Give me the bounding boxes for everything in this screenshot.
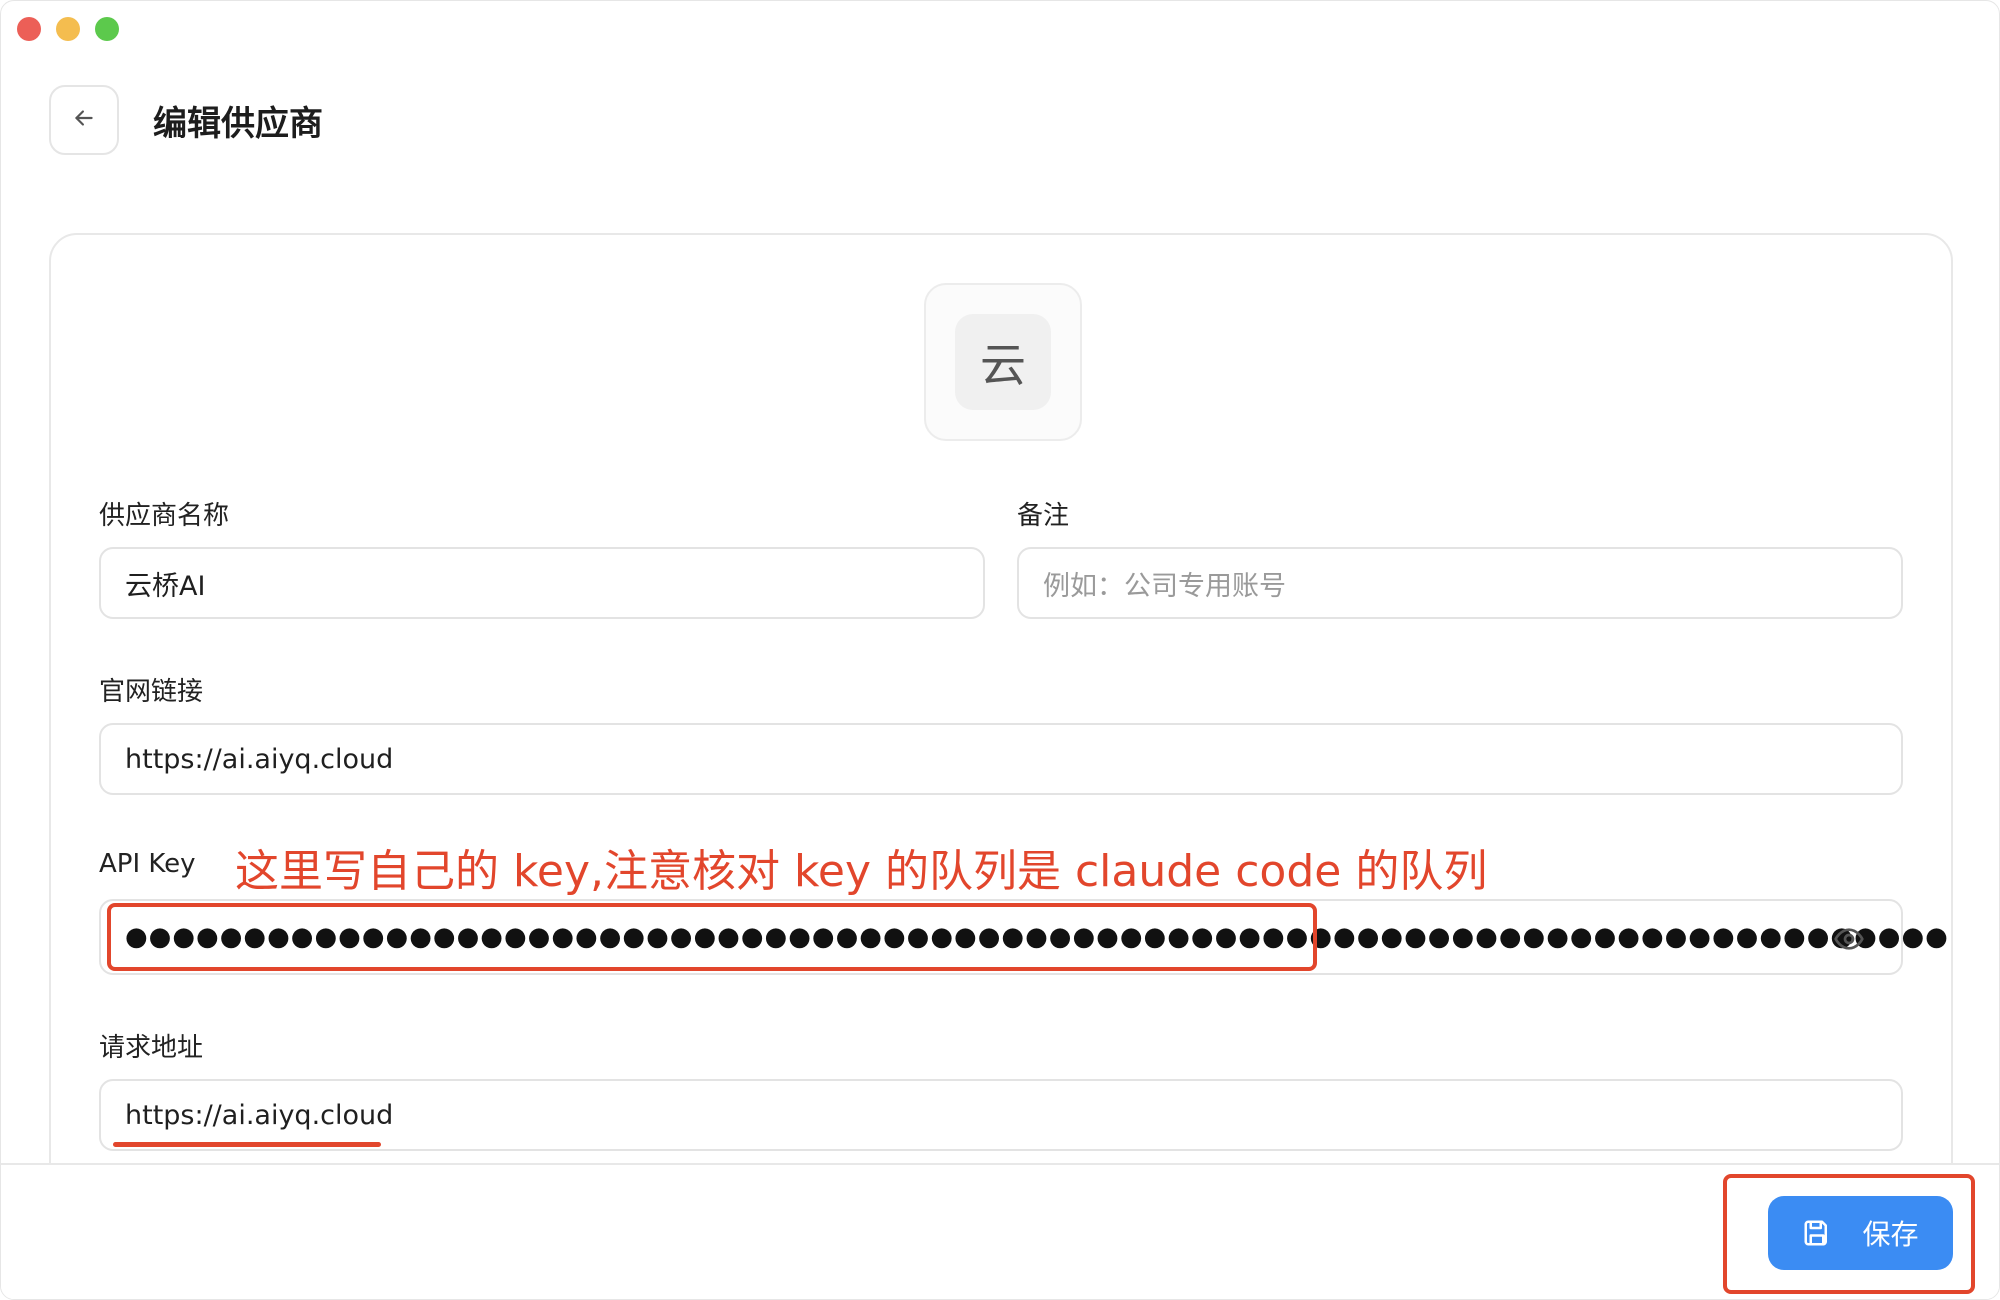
website-label: 官网链接 <box>99 677 204 707</box>
provider-name-value: 云桥AI <box>125 570 206 602</box>
endpoint-input[interactable]: https://ai.aiyq.cloud <box>99 1079 1903 1151</box>
zoom-window-button[interactable] <box>95 17 119 41</box>
window-controls <box>17 17 119 41</box>
provider-name-input[interactable]: 云桥AI <box>99 547 985 619</box>
api-key-label: API Key <box>99 849 196 879</box>
footer-bar <box>1 1163 1999 1299</box>
app-window: 编辑供应商 云 供应商名称 云桥AI 备注 例如：公司专用账号 官网链接 htt… <box>0 0 2000 1300</box>
provider-avatar[interactable]: 云 <box>924 283 1082 441</box>
close-window-button[interactable] <box>17 17 41 41</box>
page-title: 编辑供应商 <box>153 103 323 144</box>
back-button[interactable] <box>49 85 119 155</box>
api-key-highlight-box <box>107 903 1317 971</box>
minimize-window-button[interactable] <box>56 17 80 41</box>
page-header: 编辑供应商 <box>49 85 323 155</box>
provider-name-label: 供应商名称 <box>99 501 230 531</box>
note-placeholder: 例如：公司专用账号 <box>1043 570 1286 602</box>
save-highlight-box <box>1723 1174 1975 1294</box>
website-value: https://ai.aiyq.cloud <box>125 743 394 775</box>
annotation-text: 这里写自己的 key,注意核对 key 的队列是 claude code 的队列 <box>235 846 1488 897</box>
arrow-left-icon <box>71 105 97 135</box>
note-label: 备注 <box>1017 501 1070 531</box>
endpoint-label: 请求地址 <box>99 1033 204 1063</box>
provider-avatar-glyph: 云 <box>955 314 1051 410</box>
eye-icon[interactable] <box>1833 923 1865 962</box>
endpoint-underline-mark <box>113 1142 381 1147</box>
note-input[interactable]: 例如：公司专用账号 <box>1017 547 1903 619</box>
website-input[interactable]: https://ai.aiyq.cloud <box>99 723 1903 795</box>
endpoint-value: https://ai.aiyq.cloud <box>125 1099 394 1131</box>
